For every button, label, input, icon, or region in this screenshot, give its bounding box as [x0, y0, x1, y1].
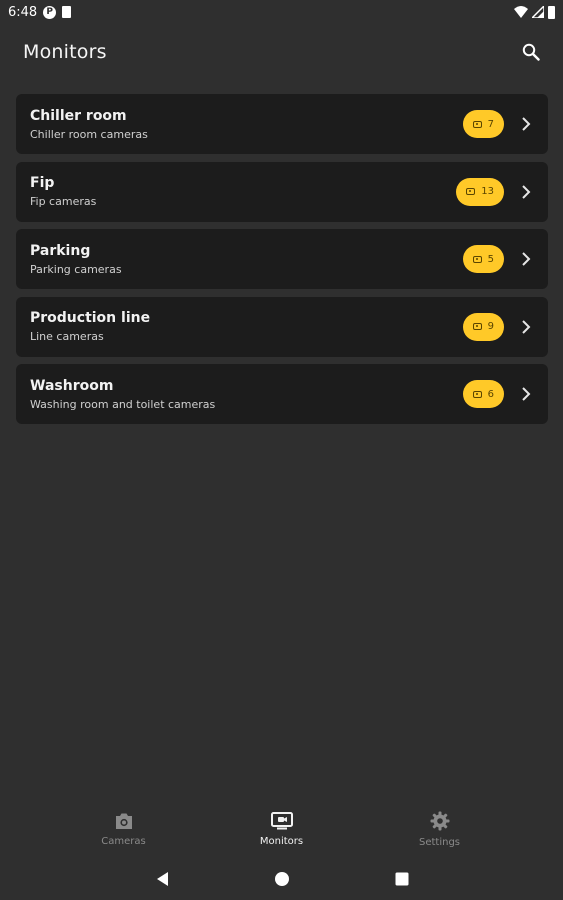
- camera-count-badge: 13: [456, 177, 504, 206]
- app-bar: Monitors: [0, 24, 563, 80]
- camera-count: 6: [487, 388, 494, 400]
- chevron-right-icon: [518, 319, 534, 335]
- bottom-navigation: Cameras Monitors Settings: [0, 800, 563, 858]
- back-button[interactable]: [102, 871, 222, 887]
- search-icon: [522, 43, 540, 61]
- status-right: [514, 5, 555, 19]
- monitor-list: Chiller room Chiller room cameras 7 Fip …: [16, 94, 548, 432]
- monitor-title: Production line: [30, 310, 151, 326]
- chevron-right-icon: [518, 251, 534, 267]
- sim-card-icon: [62, 6, 72, 18]
- monitor-subtitle: Fip cameras: [30, 195, 97, 208]
- home-button[interactable]: [222, 871, 342, 887]
- status-bar: 6:48 P: [0, 0, 563, 24]
- status-left: 6:48 P: [8, 4, 72, 20]
- camera-icon: [472, 390, 482, 398]
- system-navigation-bar: [0, 858, 563, 900]
- monitor-title: Parking: [30, 242, 91, 259]
- monitor-icon: [270, 811, 293, 829]
- nav-cameras[interactable]: Cameras: [45, 800, 203, 858]
- recents-square-icon: [395, 872, 408, 886]
- monitor-card[interactable]: Washroom Washing room and toilet cameras…: [16, 364, 548, 424]
- camera-icon: [115, 813, 132, 829]
- nav-settings[interactable]: Settings: [361, 800, 519, 858]
- page-title: Monitors: [23, 41, 107, 63]
- camera-count-badge: 5: [462, 245, 504, 273]
- camera-icon: [472, 120, 482, 128]
- monitor-subtitle: Chiller room cameras: [30, 127, 148, 141]
- card-text: Washroom Washing room and toilet cameras: [30, 378, 463, 411]
- card-text: Parking Parking cameras: [30, 243, 463, 276]
- card-text: Chiller room Chiller room cameras: [30, 108, 463, 141]
- gear-icon: [430, 811, 449, 830]
- camera-count: 13: [481, 186, 494, 197]
- monitor-title: Chiller room: [30, 107, 127, 124]
- nav-cameras-label: Cameras: [101, 835, 146, 847]
- camera-icon: [472, 323, 482, 330]
- camera-count: 5: [487, 253, 494, 265]
- camera-icon: [466, 188, 476, 195]
- monitor-subtitle: Line cameras: [30, 330, 104, 343]
- camera-count-badge: 7: [462, 110, 504, 138]
- nav-monitors[interactable]: Monitors: [203, 800, 361, 858]
- monitor-card[interactable]: Parking Parking cameras 5: [16, 229, 548, 289]
- back-triangle-icon: [156, 872, 168, 886]
- signal-icon: [532, 6, 544, 18]
- chevron-right-icon: [518, 386, 534, 402]
- search-button[interactable]: [517, 38, 545, 66]
- monitor-subtitle: Washing room and toilet cameras: [30, 397, 216, 411]
- monitor-card[interactable]: Chiller room Chiller room cameras 7: [16, 94, 548, 154]
- camera-count-badge: 9: [462, 312, 504, 341]
- monitor-title: Washroom: [30, 377, 114, 394]
- monitor-card[interactable]: Production line Line cameras 9: [16, 296, 548, 357]
- chevron-right-icon: [518, 184, 534, 200]
- camera-count: 7: [487, 118, 494, 130]
- home-circle-icon: [274, 872, 289, 886]
- camera-count-badge: 6: [462, 380, 504, 408]
- battery-icon: [548, 5, 555, 19]
- p-badge-icon: P: [43, 5, 57, 19]
- status-time: 6:48: [8, 4, 38, 20]
- card-text: Fip Fip cameras: [30, 175, 456, 208]
- chevron-right-icon: [518, 116, 534, 132]
- monitor-subtitle: Parking cameras: [30, 262, 122, 276]
- monitor-title: Fip: [30, 175, 55, 191]
- camera-icon: [472, 255, 482, 263]
- monitor-card[interactable]: Fip Fip cameras 13: [16, 161, 548, 222]
- nav-settings-label: Settings: [418, 836, 460, 848]
- nav-monitors-label: Monitors: [259, 835, 304, 847]
- recents-button[interactable]: [342, 872, 462, 886]
- wifi-icon: [514, 6, 528, 18]
- camera-count: 9: [487, 321, 494, 332]
- card-text: Production line Line cameras: [30, 310, 463, 343]
